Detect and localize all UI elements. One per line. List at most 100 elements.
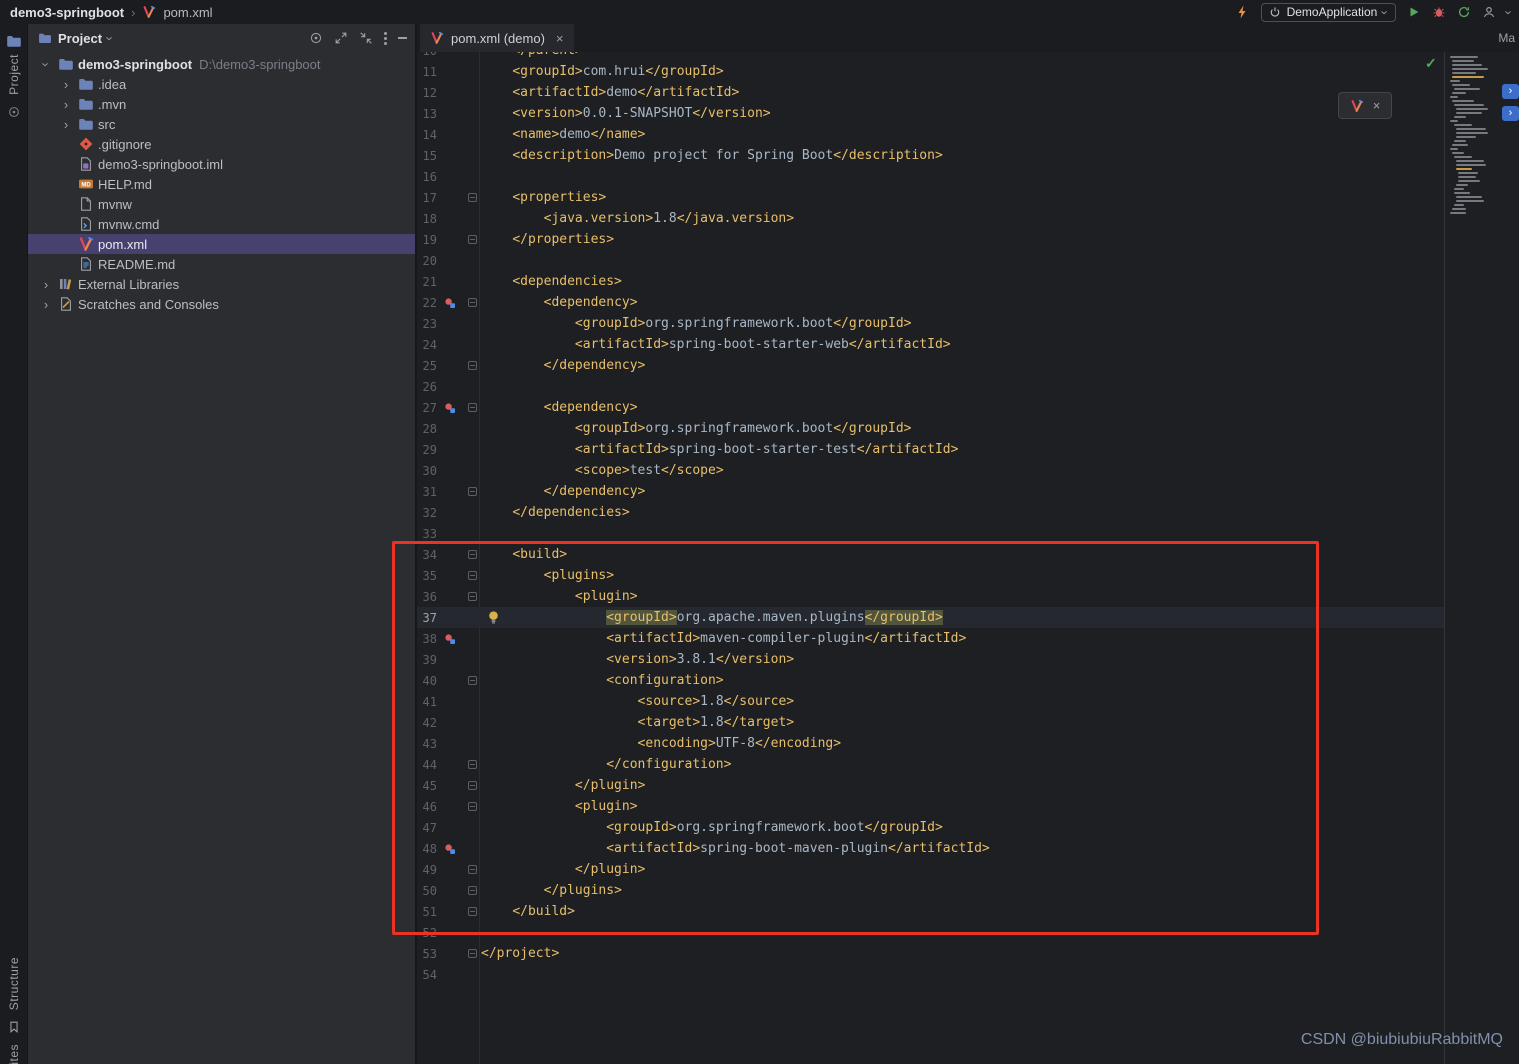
code-line[interactable]: 43 <encoding>UTF-8</encoding> — [417, 733, 1444, 754]
project-tree-item[interactable]: › .mvn — [28, 94, 415, 114]
chevron-down-icon[interactable]: › — [1501, 10, 1516, 14]
code-line[interactable]: 45 </plugin> — [417, 775, 1444, 796]
maven-gutter-icon[interactable] — [437, 402, 463, 414]
tool-button-project[interactable]: Project — [7, 54, 21, 95]
code-line[interactable]: 27 <dependency> — [417, 397, 1444, 418]
project-tree-item[interactable]: › Scratches and Consoles — [28, 294, 415, 314]
locate-file-icon[interactable] — [309, 31, 323, 45]
code-line[interactable]: 50 </plugins> — [417, 880, 1444, 901]
fold-marker-icon[interactable] — [467, 949, 477, 958]
project-tree-item[interactable]: › src — [28, 114, 415, 134]
fold-marker-icon[interactable] — [467, 298, 477, 307]
fold-marker-icon[interactable] — [467, 403, 477, 412]
close-icon[interactable]: × — [556, 31, 564, 46]
fold-marker-icon[interactable] — [467, 193, 477, 202]
project-tree-item[interactable]: pom.xml — [28, 234, 415, 254]
fold-marker-icon[interactable] — [467, 571, 477, 580]
code-line[interactable]: 37 <groupId>org.apache.maven.plugins</gr… — [417, 607, 1444, 628]
fold-marker-icon[interactable] — [467, 235, 477, 244]
code-line[interactable]: 33 — [417, 523, 1444, 544]
project-tree-item[interactable]: › External Libraries — [28, 274, 415, 294]
code-line[interactable]: 17 <properties> — [417, 187, 1444, 208]
maven-gutter-icon[interactable] — [437, 633, 463, 645]
project-tree-item[interactable]: README.md — [28, 254, 415, 274]
code-line[interactable]: 20 — [417, 250, 1444, 271]
commit-tool-icon[interactable] — [7, 105, 21, 119]
debug-button[interactable] — [1432, 5, 1446, 19]
minimap[interactable] — [1450, 56, 1504, 216]
notification-button-1[interactable]: › — [1502, 84, 1519, 99]
run-configuration-select[interactable]: DemoApplication › — [1260, 2, 1396, 22]
chevron-collapsed-icon[interactable]: › — [36, 277, 56, 292]
code-line[interactable]: 22 <dependency> — [417, 292, 1444, 313]
tool-button-structure[interactable]: Structure — [7, 957, 21, 1010]
code-line[interactable]: 29 <artifactId>spring-boot-starter-test<… — [417, 439, 1444, 460]
code-line[interactable]: 13 <version>0.0.1-SNAPSHOT</version> — [417, 103, 1444, 124]
code-line[interactable]: 49 </plugin> — [417, 859, 1444, 880]
bookmarks-icon[interactable] — [7, 1020, 21, 1034]
code-line[interactable]: 38 <artifactId>maven-compiler-plugin</ar… — [417, 628, 1444, 649]
code-line[interactable]: 41 <source>1.8</source> — [417, 691, 1444, 712]
maven-gutter-icon[interactable] — [437, 297, 463, 309]
hide-panel-icon[interactable] — [398, 37, 407, 39]
code-line[interactable]: 15 <description>Demo project for Spring … — [417, 145, 1444, 166]
code-line[interactable]: 16 — [417, 166, 1444, 187]
collapse-all-icon[interactable] — [359, 31, 373, 45]
fold-marker-icon[interactable] — [467, 676, 477, 685]
code-line[interactable]: 47 <groupId>org.springframework.boot</gr… — [417, 817, 1444, 838]
fold-marker-icon[interactable] — [467, 487, 477, 496]
code-line[interactable]: 53 </project> — [417, 943, 1444, 964]
code-line[interactable]: 18 <java.version>1.8</java.version> — [417, 208, 1444, 229]
maven-icon[interactable] — [1350, 99, 1364, 113]
project-tool-icon[interactable] — [6, 33, 22, 49]
code-line[interactable]: 48 <artifactId>spring-boot-maven-plugin<… — [417, 838, 1444, 859]
project-tree-item[interactable]: › demo3-springboot D:\demo3-springboot — [28, 54, 415, 74]
code-line[interactable]: 25 </dependency> — [417, 355, 1444, 376]
project-tree-item[interactable]: mvnw — [28, 194, 415, 214]
code-line[interactable]: 46 <plugin> — [417, 796, 1444, 817]
inspections-ok-icon[interactable]: ✓ — [1425, 55, 1437, 72]
fold-marker-icon[interactable] — [467, 907, 477, 916]
code-line[interactable]: 52 — [417, 922, 1444, 943]
fold-marker-icon[interactable] — [467, 760, 477, 769]
project-tree-item[interactable]: demo3-springboot.iml — [28, 154, 415, 174]
code-line[interactable]: 35 <plugins> — [417, 565, 1444, 586]
code-line[interactable]: 31 </dependency> — [417, 481, 1444, 502]
project-tree-item[interactable]: .gitignore — [28, 134, 415, 154]
rerun-button[interactable] — [1457, 5, 1471, 19]
code-line[interactable]: 12 <artifactId>demo</artifactId> — [417, 82, 1444, 103]
code-line[interactable]: 11 <groupId>com.hrui</groupId> — [417, 61, 1444, 82]
code-line[interactable]: 14 <name>demo</name> — [417, 124, 1444, 145]
code-line[interactable]: 28 <groupId>org.springframework.boot</gr… — [417, 418, 1444, 439]
code-line[interactable]: 24 <artifactId>spring-boot-starter-web</… — [417, 334, 1444, 355]
chevron-collapsed-icon[interactable]: › — [56, 77, 76, 92]
expand-all-icon[interactable] — [334, 31, 348, 45]
notification-button-2[interactable]: › — [1502, 106, 1519, 121]
project-tree-item[interactable]: mvnw.cmd — [28, 214, 415, 234]
fold-marker-icon[interactable] — [467, 361, 477, 370]
chevron-collapsed-icon[interactable]: › — [56, 97, 76, 112]
fold-marker-icon[interactable] — [467, 550, 477, 559]
tab-pom-xml[interactable]: pom.xml (demo) × — [420, 24, 574, 52]
intention-bulb-icon[interactable] — [487, 610, 500, 625]
code-line[interactable]: 40 <configuration> — [417, 670, 1444, 691]
fold-marker-icon[interactable] — [467, 865, 477, 874]
fold-marker-icon[interactable] — [467, 886, 477, 895]
maven-gutter-icon[interactable] — [437, 843, 463, 855]
fold-marker-icon[interactable] — [467, 802, 477, 811]
fold-marker-icon[interactable] — [467, 781, 477, 790]
maven-tool-window-stub[interactable]: Ma — [1498, 31, 1515, 45]
code-line[interactable]: 36 <plugin> — [417, 586, 1444, 607]
run-button[interactable] — [1407, 5, 1421, 19]
code-line[interactable]: 21 <dependencies> — [417, 271, 1444, 292]
project-tree-item[interactable]: HELP.md — [28, 174, 415, 194]
code-editor[interactable]: 10 </parent>11 <groupId>com.hrui</groupI… — [417, 40, 1444, 985]
close-icon[interactable]: × — [1373, 98, 1381, 113]
code-line[interactable]: 34 <build> — [417, 544, 1444, 565]
code-line[interactable]: 32 </dependencies> — [417, 502, 1444, 523]
code-line[interactable]: 44 </configuration> — [417, 754, 1444, 775]
code-line[interactable]: 42 <target>1.8</target> — [417, 712, 1444, 733]
code-line[interactable]: 30 <scope>test</scope> — [417, 460, 1444, 481]
fold-marker-icon[interactable] — [467, 592, 477, 601]
code-line[interactable]: 19 </properties> — [417, 229, 1444, 250]
